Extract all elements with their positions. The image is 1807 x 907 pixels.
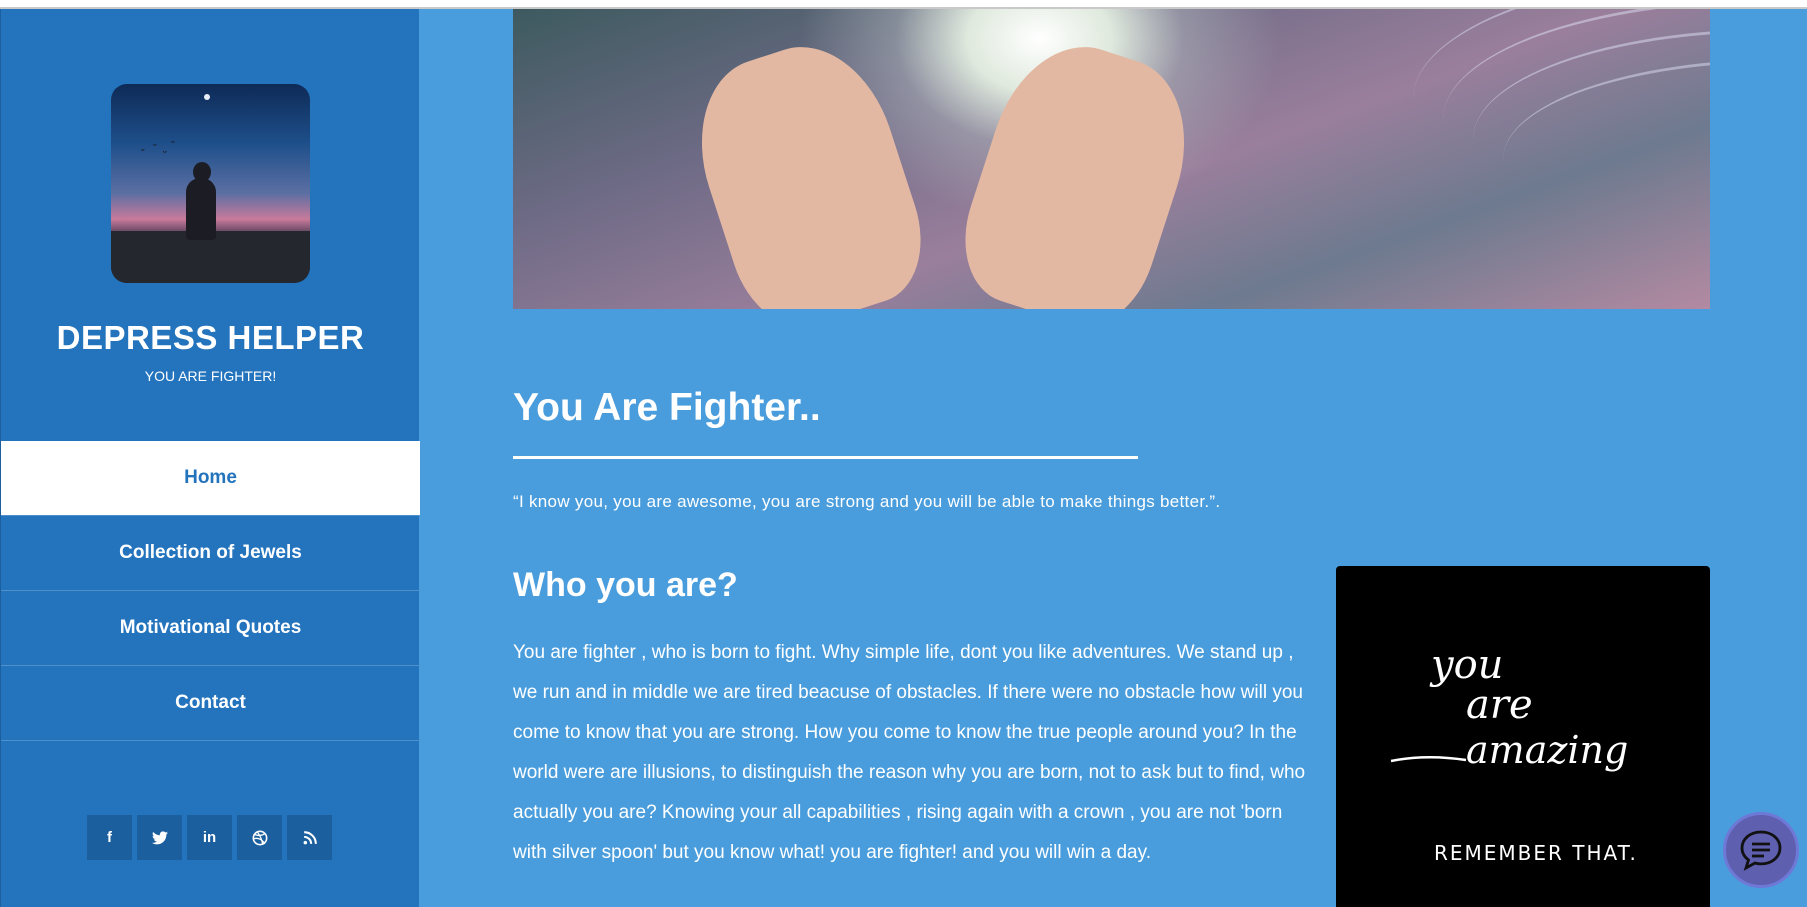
dribbble-icon[interactable]: [237, 815, 282, 860]
silhouette-head: [193, 162, 211, 182]
nav-item-motivational-quotes[interactable]: Motivational Quotes: [1, 591, 420, 666]
section-body: You are fighter , who is born to fight. …: [513, 642, 1306, 863]
silhouette-body: [186, 178, 216, 240]
lettering-swash: [1390, 755, 1467, 763]
bird-shape: ⌄: [139, 143, 147, 153]
left-hand-shape: [675, 26, 941, 309]
section-title: Who you are?: [513, 566, 738, 604]
nav-item-contact[interactable]: Contact: [1, 666, 420, 741]
lettering-line-3: amazing: [1466, 728, 1628, 772]
linkedin-glyph: in: [202, 829, 217, 846]
chat-widget-button[interactable]: [1723, 812, 1799, 888]
lettering-line-4: REMEMBER THAT.: [1434, 841, 1638, 865]
bird-shape: ⌄: [169, 135, 177, 145]
browser-top-edge: [0, 0, 1807, 9]
site-title[interactable]: DEPRESS HELPER: [1, 319, 420, 357]
rss-icon[interactable]: [287, 815, 332, 860]
facebook-icon[interactable]: f: [87, 815, 132, 860]
right-hand-shape: [945, 26, 1211, 309]
intro-quote: “I know you, you are awesome, you are st…: [513, 492, 1221, 511]
handwritten-lettering: you are amazing REMEMBER THAT.: [1390, 642, 1638, 865]
hero-image: [513, 9, 1710, 309]
sidebar: ⌄ ⌄ ⌄ ⌄ DEPRESS HELPER YOU ARE FIGHTER! …: [0, 9, 420, 907]
moon-shape: [204, 94, 210, 100]
twitter-glyph: [151, 830, 168, 844]
bird-shape: ⌄: [161, 145, 169, 155]
page-title: You Are Fighter..: [513, 386, 821, 429]
you-are-amazing-image: you are amazing REMEMBER THAT.: [1336, 566, 1710, 907]
site-avatar[interactable]: ⌄ ⌄ ⌄ ⌄: [111, 84, 310, 283]
twitter-icon[interactable]: [137, 815, 182, 860]
main-navigation: Home Collection of Jewels Motivational Q…: [1, 441, 420, 741]
social-links: f in: [87, 815, 332, 860]
bird-shape: ⌄: [151, 138, 159, 148]
facebook-glyph: f: [107, 829, 112, 846]
linkedin-icon[interactable]: in: [187, 815, 232, 860]
nav-item-home[interactable]: Home: [1, 441, 420, 516]
dribbble-glyph: [252, 830, 267, 845]
lettering-line-2: are: [1466, 682, 1533, 728]
title-divider: [513, 456, 1138, 459]
chat-bubble-icon: [1740, 830, 1782, 871]
rss-glyph: [303, 830, 317, 844]
site-tagline: YOU ARE FIGHTER!: [144, 368, 277, 384]
nav-item-collection-of-jewels[interactable]: Collection of Jewels: [1, 516, 420, 591]
